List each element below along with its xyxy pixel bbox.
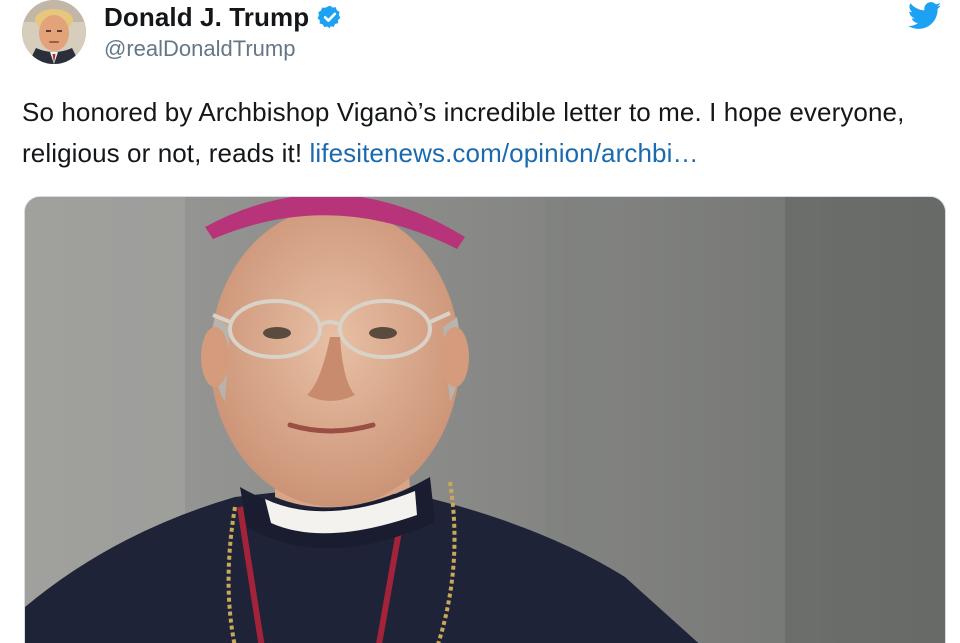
author-name-row: Donald J. Trump [104, 0, 343, 34]
display-name[interactable]: Donald J. Trump [104, 2, 309, 33]
tweet-text: So honored by Archbishop Viganò’s incred… [22, 92, 937, 174]
tweet-media-photo[interactable] [24, 196, 946, 643]
tweet-link[interactable]: lifesitenews.com/opinion/archbi… [310, 138, 699, 168]
tweet-card: Donald J. Trump @realDonaldTrump So hono… [0, 0, 960, 643]
avatar[interactable] [22, 0, 86, 64]
user-handle[interactable]: @realDonaldTrump [104, 36, 295, 62]
verified-badge-icon [317, 4, 343, 30]
twitter-bird-icon[interactable] [908, 2, 942, 30]
